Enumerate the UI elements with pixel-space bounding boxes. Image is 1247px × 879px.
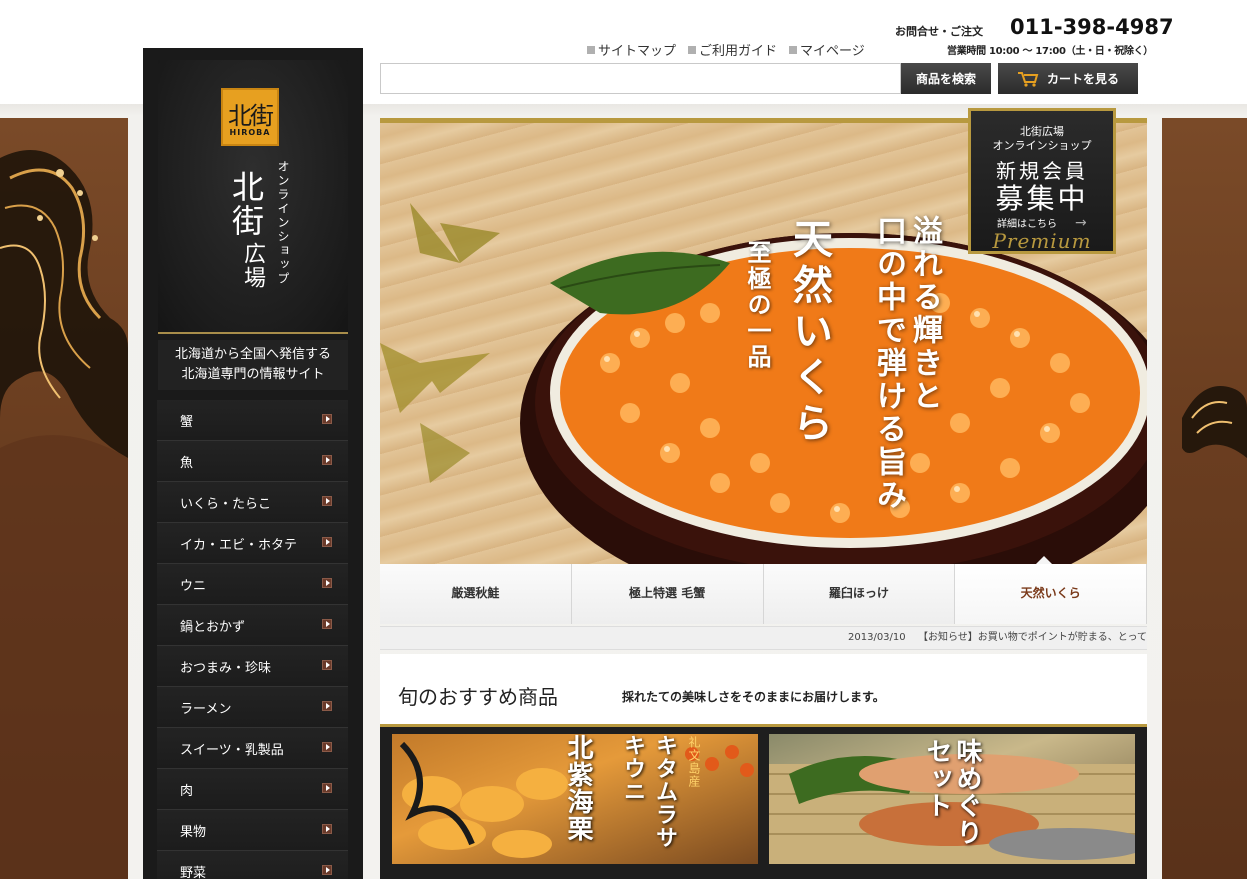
badge-details-link: 詳細はこちら <box>997 219 1057 230</box>
nav-item-sweets[interactable]: スイーツ・乳製品 <box>157 728 348 769</box>
sitemap-link[interactable]: サイトマップ <box>587 40 676 59</box>
nav-item-fruit[interactable]: 果物 <box>157 810 348 851</box>
guide-link-label: ご利用ガイド <box>699 44 778 59</box>
shop-subtitle: オンラインショップ <box>276 160 290 286</box>
phone-number: 011-398-4987 <box>1010 15 1174 39</box>
cart-button[interactable]: カートを見る <box>998 63 1138 94</box>
arrow-right-icon <box>322 578 332 588</box>
recommend-title: 旬のおすすめ商品 <box>398 685 558 709</box>
nav-item-label: 蟹 <box>180 415 194 430</box>
arrow-right-icon <box>322 865 332 875</box>
arrow-right-icon <box>322 701 332 711</box>
nav-item-ramen[interactable]: ラーメン <box>157 687 348 728</box>
tab-hokke[interactable]: 羅臼ほっけ <box>764 564 956 624</box>
cart-icon <box>1017 71 1039 87</box>
hero-copy-small: 至極の一品 <box>743 240 772 370</box>
search-button[interactable]: 商品を検索 <box>901 63 991 94</box>
sitemap-link-label: サイトマップ <box>598 44 677 59</box>
nav-item-meat[interactable]: 肉 <box>157 769 348 810</box>
product1-label-origin: 礼文島産 <box>687 736 701 788</box>
hero-copy-right-2: 口の中で弾ける旨み <box>871 215 906 512</box>
business-hours: 営業時間 10:00 〜 17:00（土・日・祝除く） <box>947 46 1154 57</box>
nav-item-label: おつまみ・珍味 <box>180 661 272 676</box>
recommend-subtitle: 採れたての美味しさをそのままにお届けします。 <box>622 690 885 704</box>
arrow-right-icon <box>322 742 332 752</box>
arrow-right-icon <box>322 619 332 629</box>
guide-link[interactable]: ご利用ガイド <box>688 40 777 59</box>
nav-item-label: 魚 <box>180 456 194 471</box>
tagline-line2: 北海道専門の情報サイト <box>181 367 325 382</box>
news-ticker[interactable]: 2013/03/10 【お知らせ】お買い物でポイントが貯まる、とって <box>380 626 1147 650</box>
nav-item-label: ラーメン <box>180 702 232 717</box>
bullet-icon <box>789 45 798 54</box>
shop-name-line2: 広場 <box>240 242 265 290</box>
nav-item-otsumami[interactable]: おつまみ・珍味 <box>157 646 348 687</box>
nav-item-label: 果物 <box>180 825 207 840</box>
hero-tabs: 厳選秋鮭 極上特選 毛蟹 羅臼ほっけ 天然いくら <box>380 556 1147 624</box>
tab-kegani[interactable]: 極上特選 毛蟹 <box>572 564 764 624</box>
nav-item-label: いくら・たらこ <box>180 497 272 512</box>
nav-item-nabe[interactable]: 鍋とおかず <box>157 605 348 646</box>
contact-label: お問合せ・ご注文 <box>895 25 983 38</box>
arrow-right-icon <box>322 783 332 793</box>
product1-label-name: 北紫海栗 <box>563 734 593 842</box>
sidebar: 北街 HIROBA 北街 広場 オンラインショップ 北海道から全国へ発信する 北… <box>143 48 363 879</box>
badge-shop-sub: オンラインショップ <box>992 139 1092 152</box>
nav-item-label: 野菜 <box>180 866 207 879</box>
search-input[interactable] <box>380 63 901 94</box>
mypage-link-label: マイページ <box>800 44 865 59</box>
category-nav: 蟹 魚 いくら・たらこ イカ・エビ・ホタテ ウニ 鍋とおかず おつまみ・珍味 ラ… <box>157 400 348 879</box>
nav-item-ikura-tarako[interactable]: いくら・たらこ <box>157 482 348 523</box>
nav-item-label: 鍋とおかず <box>180 620 246 635</box>
nav-item-crab[interactable]: 蟹 <box>157 400 348 441</box>
mypage-link[interactable]: マイページ <box>789 40 865 59</box>
arrow-right-icon <box>322 824 332 834</box>
shop-name-line1: 北街 <box>227 170 265 238</box>
nav-item-label: イカ・エビ・ホタテ <box>180 538 298 553</box>
cart-button-label: カートを見る <box>1046 72 1119 86</box>
wave-decoration-right <box>1162 118 1247 879</box>
member-signup-badge[interactable]: 北街広場 オンラインショップ 新規会員 募集中 詳細はこちら → Premium <box>968 108 1116 254</box>
arrow-right-icon <box>322 537 332 547</box>
badge-premium: Premium <box>992 229 1092 253</box>
tab-salmon[interactable]: 厳選秋鮭 <box>380 564 572 624</box>
logo-panel[interactable]: 北街 HIROBA 北街 広場 オンラインショップ <box>158 60 348 334</box>
product-card-set[interactable]: 味めぐり セット <box>769 734 1135 864</box>
nav-item-label: ウニ <box>180 579 207 594</box>
nav-item-fish[interactable]: 魚 <box>157 441 348 482</box>
arrow-right-icon <box>322 455 332 465</box>
arrow-right-icon <box>322 414 332 424</box>
tagline-line1: 北海道から全国へ発信する <box>174 347 331 362</box>
nav-item-squid-shrimp-scallop[interactable]: イカ・エビ・ホタテ <box>157 523 348 564</box>
nav-item-label: 肉 <box>180 784 194 799</box>
ticker-message: 【お知らせ】お買い物でポイントが貯まる、とって <box>918 632 1147 643</box>
arrow-right-icon <box>322 496 332 506</box>
badge-recruiting: 募集中 <box>995 182 1089 215</box>
product2-label-line2: セット <box>922 738 952 819</box>
bullet-icon <box>688 45 697 54</box>
tab-pointer <box>1036 556 1052 564</box>
arrow-right-icon <box>322 660 332 670</box>
logo: 北街 HIROBA <box>221 88 279 146</box>
logo-kanji: 北街 <box>228 102 274 130</box>
sidebar-tagline: 北海道から全国へ発信する 北海道専門の情報サイト <box>158 340 348 390</box>
hero-copy-large: 天然いくら <box>786 218 833 448</box>
bullet-icon <box>587 45 595 54</box>
recommend-section: 旬のおすすめ商品 採れたての美味しさをそのままにお届けします。 礼文島産 キタム… <box>380 654 1147 879</box>
logo-latin: HIROBA <box>229 128 271 137</box>
header-links: サイトマップ ご利用ガイド マイページ <box>587 40 865 59</box>
nav-item-label: スイーツ・乳製品 <box>180 743 284 758</box>
product-card-uni[interactable]: 礼文島産 キタムラサキウニ 北紫海栗 <box>392 734 758 864</box>
tab-ikura[interactable]: 天然いくら <box>955 564 1147 624</box>
product1-label-species: キタムラサキウニ <box>620 734 678 849</box>
ticker-date: 2013/03/10 <box>848 632 906 643</box>
nav-item-uni[interactable]: ウニ <box>157 564 348 605</box>
wave-decoration-left <box>0 118 128 879</box>
nav-item-vegetables[interactable]: 野菜 <box>157 851 348 879</box>
